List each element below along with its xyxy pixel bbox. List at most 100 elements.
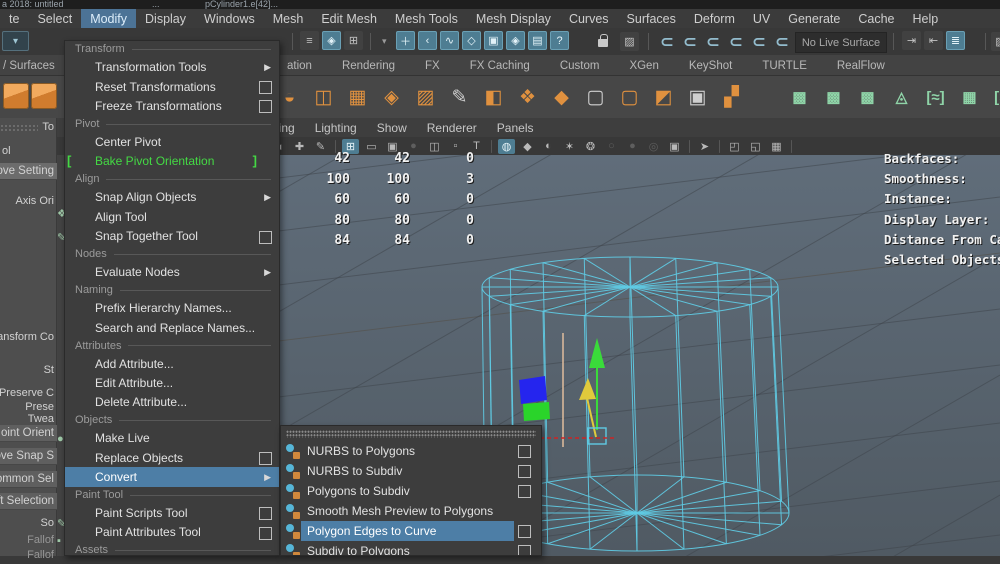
menubar-item[interactable]: Mesh Display	[467, 9, 560, 28]
shelf-tool-icon[interactable]: ▢	[616, 84, 643, 111]
option-box[interactable]	[518, 465, 531, 478]
viewport-toolbar-icon[interactable]: ➤	[696, 139, 713, 154]
modify-menu-item[interactable]: [ Center Pivot ] ▶	[65, 132, 279, 151]
modify-menu-item[interactable]: [ Make Live ] ▶	[65, 429, 279, 448]
highlight-selection-icon[interactable]: ▨	[620, 32, 639, 51]
option-box[interactable]	[259, 527, 272, 540]
modify-menu-item[interactable]: [ Naming ] ▶	[65, 282, 279, 299]
shelf-tab[interactable]: FX Caching	[455, 55, 545, 76]
modify-menu-item[interactable]: [ Paint Tool ] ▶	[65, 487, 279, 504]
arc-snap-icon[interactable]: ⊂	[771, 31, 793, 52]
shelf-tool-icon[interactable]: ◧	[480, 84, 507, 111]
toolbox-tool-icon[interactable]: ●	[57, 433, 64, 445]
shelf-tool-icon[interactable]: ▩	[854, 84, 881, 111]
quick-help-icon[interactable]: ?	[550, 31, 569, 50]
option-box[interactable]	[518, 485, 531, 498]
center-handle[interactable]	[588, 428, 606, 444]
tool-settings-title[interactable]: To	[0, 121, 57, 136]
toolbox-tool-icon[interactable]: ✎	[57, 517, 64, 530]
select-component-icon[interactable]: ⊞	[344, 31, 363, 50]
modify-menu-item[interactable]: [ Replace Objects ] ▶	[65, 448, 279, 467]
panel-menu-item[interactable]: Show	[367, 118, 417, 137]
menubar-item[interactable]: Help	[904, 9, 948, 28]
shelf-tool-icon[interactable]: ◫	[310, 84, 337, 111]
menubar-item[interactable]: Deform	[685, 9, 744, 28]
surface-snap-icon[interactable]: ⊂	[702, 31, 724, 52]
convert-menu-item[interactable]: NURBS to Polygons	[281, 441, 541, 461]
convert-menu-item[interactable]: Polygons to Subdiv	[281, 481, 541, 501]
snap-to-plane-icon[interactable]: ◇	[462, 31, 481, 50]
shelf-tab[interactable]: XGen	[614, 55, 673, 76]
convert-menu-item[interactable]: NURBS to Subdiv	[281, 461, 541, 481]
modify-menu-item[interactable]: [ Transform ] ▶	[65, 41, 279, 58]
viewport-toolbar-icon[interactable]: ▦	[768, 139, 785, 154]
select-object-icon[interactable]: ◈	[322, 31, 341, 50]
viewport-toolbar-icon[interactable]: ◱	[747, 139, 764, 154]
viewport-toolbar-icon[interactable]: ●	[624, 139, 641, 154]
modify-menu-item[interactable]: [ Evaluate Nodes ] ▶	[65, 263, 279, 282]
snap-to-center-icon[interactable]: ▣	[484, 31, 503, 50]
shelf-tool-icon[interactable]: ▣	[684, 84, 711, 111]
shelf-tool-icon[interactable]: [×]	[990, 84, 1000, 111]
menubar-item[interactable]: Generate	[779, 9, 849, 28]
joint-orient-header[interactable]: oint Orient	[0, 425, 57, 442]
shelf-tool-icon[interactable]: ▩	[820, 84, 847, 111]
menubar-item[interactable]: UV	[744, 9, 779, 28]
shelf-tab-surfaces[interactable]: / Surfaces	[0, 55, 55, 76]
point-snap-icon[interactable]: ⊂	[656, 31, 678, 52]
shelf-tool-icon[interactable]	[752, 84, 779, 111]
modify-menu-item[interactable]: [ Align Tool ] ▶	[65, 207, 279, 226]
panel-menu-item[interactable]: Panels	[487, 118, 544, 137]
toolbox-tool-icon[interactable]: ❖	[57, 207, 64, 220]
modify-menu-item[interactable]: [ Assets ] ▶	[65, 542, 279, 556]
poly-cube-shelf-icon[interactable]	[3, 83, 29, 109]
tearoff-handle[interactable]	[286, 430, 536, 438]
shelf-tab[interactable]: RealFlow	[822, 55, 900, 76]
viewport-toolbar-icon[interactable]: ❂	[582, 139, 599, 154]
poly-cylinder-shelf-icon[interactable]	[31, 83, 57, 109]
convert-menu-item[interactable]: Subdiv to Polygons	[281, 541, 541, 556]
option-box[interactable]	[259, 231, 272, 244]
shelf-tool-icon[interactable]: ◒	[276, 84, 303, 111]
soft-selection-header[interactable]: oft Selection	[0, 493, 57, 510]
lock-selection-button[interactable]	[598, 31, 608, 47]
construction-history-icon[interactable]: ≣	[946, 31, 965, 50]
move-snap-header[interactable]: love Snap S	[0, 448, 57, 465]
toolbox-tool-icon[interactable]: ✎	[57, 231, 64, 244]
shelf-tool-icon[interactable]: ◬	[888, 84, 915, 111]
modify-menu-item[interactable]: [ Attributes ] ▶	[65, 337, 279, 354]
modify-menu-item[interactable]: [ Objects ] ▶	[65, 412, 279, 429]
modify-menu-item[interactable]: [ Prefix Hierarchy Names... ] ▶	[65, 298, 279, 317]
shelf-tab[interactable]: FX	[410, 55, 455, 76]
shelf-tool-icon[interactable]: ◩	[650, 84, 677, 111]
panel-menu-item[interactable]: Renderer	[417, 118, 487, 137]
modify-menu-item[interactable]: [ Search and Replace Names... ] ▶	[65, 318, 279, 337]
menubar-item[interactable]: Cache	[849, 9, 903, 28]
option-box[interactable]	[518, 445, 531, 458]
shelf-tab[interactable]: TURTLE	[747, 55, 822, 76]
menubar-item[interactable]: Mesh Tools	[386, 9, 467, 28]
shelf-tool-icon[interactable]: ◈	[378, 84, 405, 111]
select-hierarchy-icon[interactable]: ≡	[300, 31, 319, 50]
modify-menu-item[interactable]: [ Transformation Tools ] ▶	[65, 58, 279, 77]
shelf-tool-icon[interactable]: ▞	[718, 84, 745, 111]
y-axis-arrowhead[interactable]	[589, 338, 605, 368]
common-selection-header[interactable]: ommon Sel	[0, 471, 57, 488]
shelf-tool-icon[interactable]: ▩	[786, 84, 813, 111]
option-box[interactable]	[259, 81, 272, 94]
viewport-toolbar-icon[interactable]: ◐	[540, 139, 557, 154]
viewport-toolbar-icon[interactable]	[491, 140, 492, 153]
viewport-toolbar-icon[interactable]: ◰	[726, 139, 743, 154]
snap-to-point-icon[interactable]: ∿	[440, 31, 459, 50]
menubar-item[interactable]: Display	[136, 9, 195, 28]
modify-menu-item[interactable]: [ Edit Attribute... ] ▶	[65, 373, 279, 392]
snap-to-curve-icon[interactable]: ‹	[418, 31, 437, 50]
snap-strip-icon[interactable]: ▤	[528, 31, 547, 50]
viewport-toolbar-icon[interactable]	[719, 140, 720, 153]
modify-menu-item[interactable]: [ Reset Transformations ] ▶	[65, 77, 279, 96]
shelf-tool-icon[interactable]: ❖	[514, 84, 541, 111]
convert-menu-item[interactable]: Smooth Mesh Preview to Polygons	[281, 501, 541, 521]
toolbox-tool-icon[interactable]: ▪	[57, 535, 64, 547]
yellow-axis-arrowhead[interactable]	[579, 378, 596, 400]
menubar-item[interactable]: Windows	[195, 9, 264, 28]
